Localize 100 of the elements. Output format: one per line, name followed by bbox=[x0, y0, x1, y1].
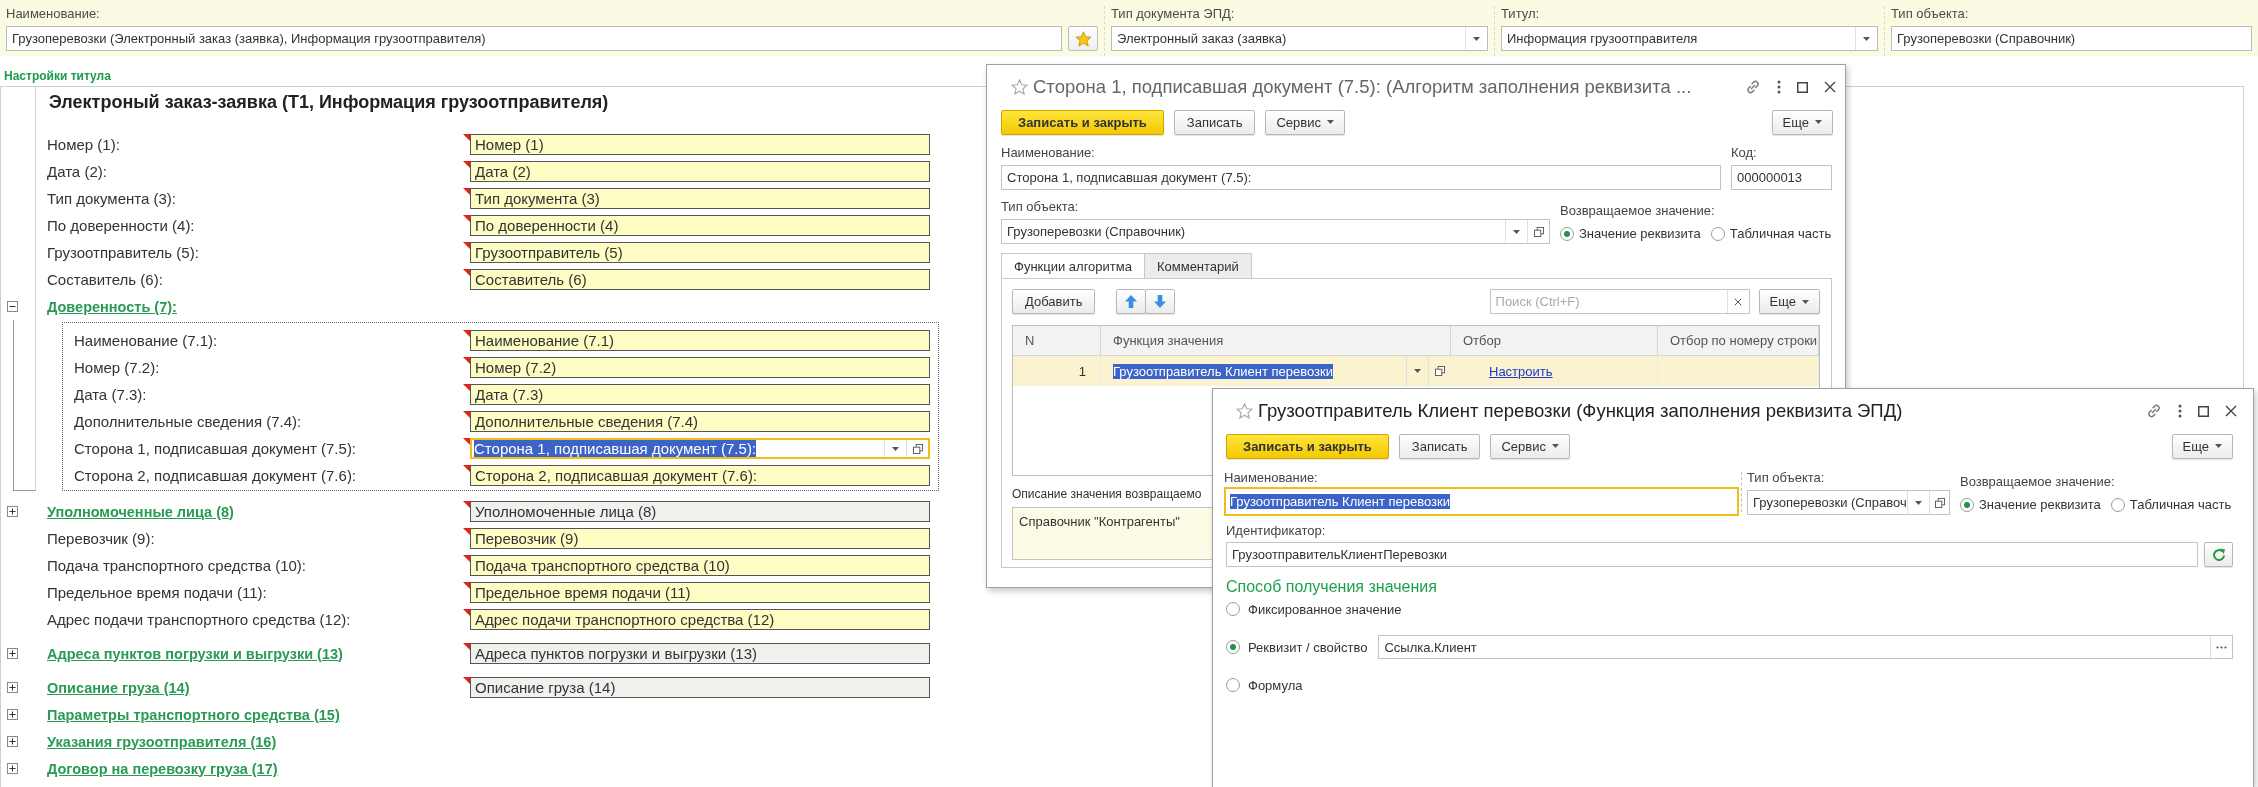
select-field[interactable]: Информация грузоотправителя bbox=[1501, 26, 1878, 51]
radio-button[interactable] bbox=[1960, 497, 1974, 512]
value-field[interactable]: Составитель (6) bbox=[470, 269, 930, 290]
text-field[interactable]: Грузоперевозки (Справочник) bbox=[1891, 26, 2252, 51]
plus-box-icon[interactable] bbox=[7, 763, 18, 774]
value-field[interactable]: Адрес подачи транспортного средства (12) bbox=[470, 609, 930, 630]
caret-icon bbox=[1914, 500, 1922, 505]
plus-box-icon[interactable] bbox=[7, 648, 18, 659]
group-link[interactable]: Описание груза (14) bbox=[47, 679, 190, 696]
group-field[interactable]: Адреса пунктов погрузки и выгрузки (13) bbox=[470, 643, 930, 664]
value-field[interactable]: Дополнительные сведения (7.4) bbox=[470, 411, 930, 432]
corner-triangle-icon bbox=[463, 643, 470, 650]
value-field[interactable]: Грузоотправитель (5) bbox=[470, 242, 930, 263]
value-field[interactable]: Перевозчик (9) bbox=[470, 528, 930, 549]
radio-label[interactable]: Фиксированное значение bbox=[1248, 601, 1402, 617]
group-link[interactable]: Указания грузоотправителя (16) bbox=[47, 733, 277, 750]
property-field[interactable]: Ссылка.Клиент bbox=[1378, 635, 2233, 659]
add-button[interactable]: Добавить bbox=[1012, 289, 1096, 314]
radio-button[interactable] bbox=[1226, 678, 1240, 692]
corner-triangle-icon bbox=[463, 555, 470, 562]
plus-box-icon[interactable] bbox=[7, 736, 18, 747]
code-field[interactable]: 000000013 bbox=[1731, 165, 1832, 190]
radio-label[interactable]: Табличная часть bbox=[2129, 497, 2232, 512]
tab[interactable]: Функции алгоритма bbox=[1001, 253, 1145, 279]
close-icon[interactable] bbox=[1734, 297, 1743, 306]
service-menu-button[interactable]: Сервис bbox=[1265, 109, 1345, 135]
more-icon[interactable] bbox=[1777, 80, 1781, 94]
move-down-button[interactable] bbox=[1145, 289, 1176, 314]
star-icon[interactable] bbox=[1236, 403, 1253, 419]
group-field[interactable]: Уполномоченные лица (8) bbox=[470, 501, 930, 522]
name-field[interactable]: Грузоотправитель Клиент перевозки bbox=[1224, 487, 1739, 516]
value-field[interactable]: Сторона 1, подписавшая документ (7.5): bbox=[470, 438, 930, 459]
object-type-field[interactable]: Грузоперевозки (Справочник) bbox=[1001, 219, 1550, 244]
value-field[interactable]: Тип документа (3) bbox=[470, 188, 930, 209]
group-link[interactable]: Уполномоченные лица (8) bbox=[47, 503, 234, 520]
group-link[interactable]: Адреса пунктов погрузки и выгрузки (13) bbox=[47, 645, 343, 662]
plus-box-icon[interactable] bbox=[7, 506, 18, 517]
service-menu-button[interactable]: Сервис bbox=[1490, 433, 1570, 459]
save-button[interactable]: Записать bbox=[1398, 433, 1481, 459]
group-link[interactable]: Доверенность (7): bbox=[47, 298, 177, 315]
radio-label[interactable]: Значение реквизита bbox=[1579, 226, 1701, 241]
save-and-close-button[interactable]: Записать и закрыть bbox=[1001, 109, 1164, 135]
value-field[interactable]: Сторона 2, подписавшая документ (7.6): bbox=[470, 465, 930, 486]
corner-triangle-icon bbox=[463, 411, 470, 418]
refresh-button[interactable] bbox=[2204, 542, 2233, 567]
plus-box-icon[interactable] bbox=[7, 682, 18, 693]
move-up-button[interactable] bbox=[1116, 289, 1147, 314]
radio-button[interactable] bbox=[1710, 226, 1725, 241]
name-field[interactable]: Сторона 1, подписавшая документ (7.5): bbox=[1001, 165, 1721, 190]
value-field[interactable]: Наименование (7.1) bbox=[470, 330, 930, 351]
value-field[interactable]: Номер (7.2) bbox=[470, 357, 930, 378]
radio-button[interactable] bbox=[1560, 226, 1574, 241]
radio-label[interactable]: Реквизит / свойство bbox=[1248, 639, 1368, 655]
field-label: Наименование (7.1): bbox=[74, 332, 218, 349]
plus-box-icon[interactable] bbox=[7, 709, 18, 720]
identifier-field[interactable]: ГрузоотправительКлиентПеревозки bbox=[1226, 542, 2198, 567]
maximize-icon[interactable] bbox=[2198, 405, 2209, 417]
close-icon[interactable] bbox=[1824, 81, 1836, 93]
value-field[interactable]: Подача транспортного средства (10) bbox=[470, 555, 930, 576]
form-title: Электроный заказ-заявка (Т1, Информация грузоотправителя) bbox=[49, 91, 609, 114]
minus-box-icon[interactable] bbox=[7, 301, 18, 312]
tab[interactable]: Комментарий bbox=[1143, 253, 1252, 279]
maximize-icon[interactable] bbox=[1797, 81, 1808, 93]
more-button[interactable]: Еще bbox=[1758, 289, 1820, 314]
group-link[interactable]: Договор на перевозку груза (17) bbox=[47, 760, 278, 777]
group-link[interactable]: Параметры транспортного средства (15) bbox=[47, 706, 340, 723]
radio-label[interactable]: Формула bbox=[1248, 677, 1303, 693]
corner-triangle-icon bbox=[463, 677, 470, 684]
table-cell-editor[interactable]: Грузоотправитель Клиент перевозки bbox=[1101, 356, 1451, 386]
field-label: Описание значения возвращаемо bbox=[1012, 487, 1202, 501]
table-row[interactable]: 1 Грузоотправитель Клиент перевозки Настроить bbox=[1013, 356, 1819, 386]
more-button[interactable]: Еще bbox=[1771, 109, 1833, 135]
close-icon[interactable] bbox=[2225, 405, 2237, 417]
radio-button[interactable] bbox=[1226, 640, 1240, 654]
field-label: Сторона 2, подписавшая документ (7.6): bbox=[74, 467, 357, 484]
group-field[interactable]: Описание груза (14) bbox=[470, 677, 930, 698]
setup-link[interactable]: Настроить bbox=[1489, 363, 1553, 379]
name-field[interactable]: Грузоперевозки (Электронный заказ (заявка), Информация грузоотправителя) bbox=[6, 26, 1062, 51]
link-icon[interactable] bbox=[1745, 79, 1761, 95]
select-field[interactable]: Электронный заказ (заявка) bbox=[1111, 26, 1488, 51]
radio-button[interactable] bbox=[2110, 497, 2125, 512]
object-type-field[interactable]: Грузоперевозки (Справоч bbox=[1747, 490, 1950, 515]
star-icon[interactable] bbox=[1011, 79, 1028, 95]
value-field[interactable]: Номер (1) bbox=[470, 134, 930, 155]
save-button[interactable]: Записать bbox=[1173, 109, 1256, 135]
value-field[interactable]: По доверенности (4) bbox=[470, 215, 930, 236]
corner-triangle-icon bbox=[463, 528, 470, 535]
save-and-close-button[interactable]: Записать и закрыть bbox=[1226, 433, 1389, 459]
link-icon[interactable] bbox=[2146, 403, 2162, 419]
more-icon[interactable] bbox=[2178, 404, 2182, 418]
value-field[interactable]: Предельное время подачи (11) bbox=[470, 582, 930, 603]
radio-button[interactable] bbox=[1226, 602, 1240, 616]
arrow-up-icon bbox=[1125, 295, 1138, 308]
value-field[interactable]: Дата (7.3) bbox=[470, 384, 930, 405]
field-label: Предельное время подачи (11): bbox=[47, 584, 267, 601]
value-field[interactable]: Дата (2) bbox=[470, 161, 930, 182]
radio-label[interactable]: Значение реквизита bbox=[1979, 497, 2101, 512]
more-button[interactable]: Еще bbox=[2171, 433, 2233, 459]
corner-triangle-icon bbox=[463, 384, 470, 391]
radio-label[interactable]: Табличная часть bbox=[1729, 226, 1832, 241]
